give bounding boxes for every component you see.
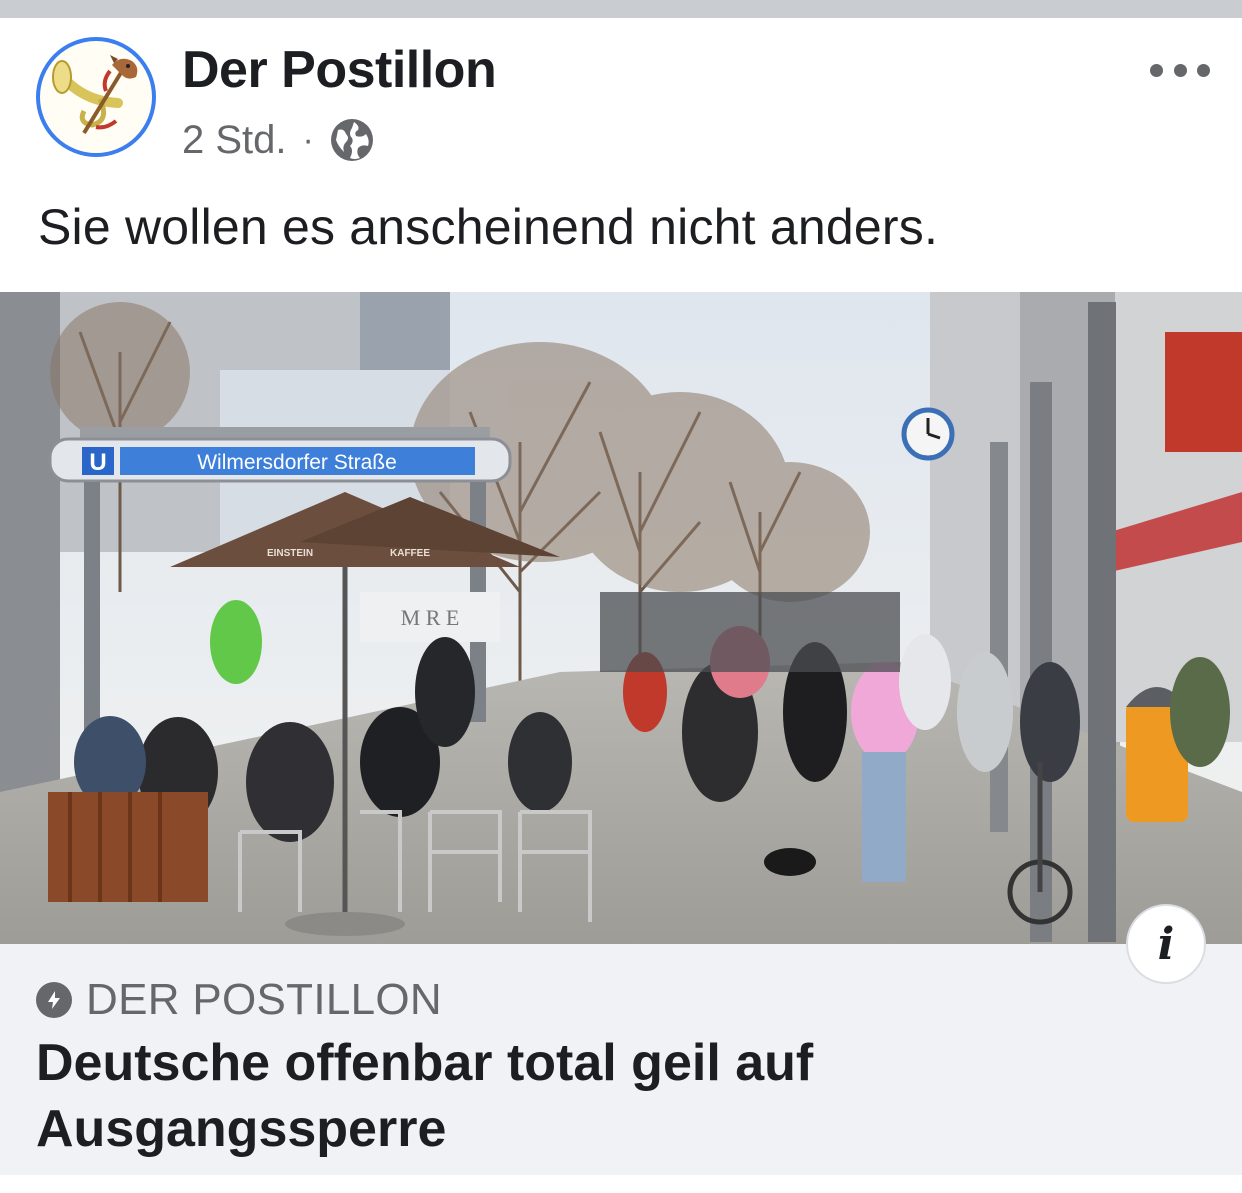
postillon-logo-icon — [52, 55, 138, 135]
more-dot — [1150, 63, 1163, 77]
avatar[interactable] — [36, 37, 156, 157]
link-preview-image[interactable]: U Wilmersdorfer Straße M R E EINSTEIN KA… — [0, 292, 1242, 944]
top-divider — [0, 0, 1242, 18]
umbrella-text-right: KAFFEE — [390, 548, 430, 559]
post-caption: Sie wollen es anscheinend nicht anders. — [38, 199, 939, 255]
post-timestamp[interactable]: 2 Std. — [182, 118, 287, 163]
ubahn-letter: U — [89, 449, 106, 476]
more-options-button[interactable] — [1150, 58, 1210, 82]
headline-line-2: Ausgangssperre — [36, 1100, 447, 1158]
station-name: Wilmersdorfer Straße — [197, 451, 397, 474]
link-source: DER POSTILLON — [36, 975, 442, 1025]
post-meta: 2 Std. · — [182, 115, 376, 165]
umbrella-text-left: EINSTEIN — [267, 548, 313, 559]
globe-icon[interactable] — [328, 116, 376, 164]
more-dot — [1173, 63, 1187, 77]
instant-article-bolt-icon — [36, 982, 72, 1018]
link-source-name: DER POSTILLON — [86, 975, 442, 1024]
info-button[interactable]: i — [1126, 904, 1206, 984]
page-name[interactable]: Der Postillon — [182, 40, 497, 100]
meta-separator: · — [302, 120, 314, 159]
link-headline[interactable]: Deutsche offenbar total geil auf Ausgang… — [36, 1030, 1036, 1162]
more-dot — [1197, 63, 1210, 77]
banner-text: M R E — [401, 605, 460, 630]
headline-line-1: Deutsche offenbar total geil auf — [36, 1034, 814, 1092]
